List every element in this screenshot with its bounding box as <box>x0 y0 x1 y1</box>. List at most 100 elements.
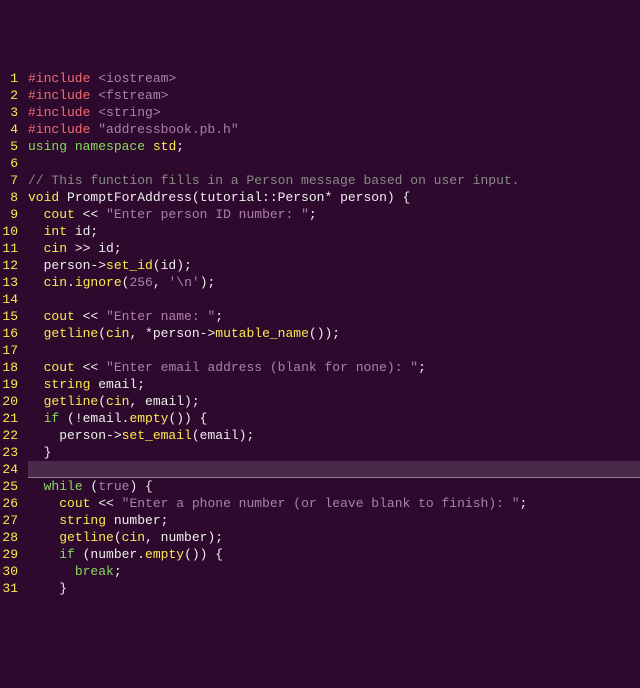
token-txt: ( <box>83 479 99 494</box>
token-type: std <box>153 139 176 154</box>
code-line[interactable]: person->set_id(id); <box>28 257 640 274</box>
token-txt <box>28 394 44 409</box>
line-number: 2 <box>0 87 18 104</box>
token-txt: ( <box>114 530 122 545</box>
code-line[interactable]: #include <iostream> <box>28 70 640 87</box>
token-txt: ; <box>215 309 223 324</box>
code-line[interactable]: cout << "Enter name: "; <box>28 308 640 325</box>
token-str: "Enter person ID number: " <box>106 207 309 222</box>
code-line[interactable]: while (true) { <box>28 478 640 495</box>
code-line[interactable]: string email; <box>28 376 640 393</box>
line-number: 11 <box>0 240 18 257</box>
line-number: 24 <box>0 461 18 478</box>
line-number: 10 <box>0 223 18 240</box>
code-line[interactable]: using namespace std; <box>28 138 640 155</box>
token-type: cin <box>122 530 145 545</box>
token-txt <box>67 139 75 154</box>
line-number: 12 <box>0 257 18 274</box>
code-line[interactable]: #include <fstream> <box>28 87 640 104</box>
token-type: set_email <box>122 428 192 443</box>
token-str: "Enter name: " <box>106 309 215 324</box>
token-txt <box>28 360 44 375</box>
token-txt: ; <box>418 360 426 375</box>
token-str: "Enter a phone number (or leave blank to… <box>122 496 520 511</box>
line-number: 28 <box>0 529 18 546</box>
token-txt: number; <box>106 513 168 528</box>
line-number: 30 <box>0 563 18 580</box>
line-number: 17 <box>0 342 18 359</box>
code-area[interactable]: #include <iostream>#include <fstream>#in… <box>24 68 640 603</box>
line-number: 1 <box>0 70 18 87</box>
code-line[interactable]: getline(cin, *person->mutable_name()); <box>28 325 640 342</box>
line-number: 13 <box>0 274 18 291</box>
code-line[interactable]: cout << "Enter person ID number: "; <box>28 206 640 223</box>
code-line[interactable]: cin >> id; <box>28 240 640 257</box>
line-number: 3 <box>0 104 18 121</box>
token-txt <box>28 547 59 562</box>
line-number: 9 <box>0 206 18 223</box>
line-number: 27 <box>0 512 18 529</box>
line-number: 16 <box>0 325 18 342</box>
token-txt <box>145 139 153 154</box>
line-number: 14 <box>0 291 18 308</box>
token-type: getline <box>59 530 114 545</box>
token-txt: email; <box>90 377 145 392</box>
token-type: mutable_name <box>215 326 309 341</box>
code-line[interactable]: if (number.empty()) { <box>28 546 640 563</box>
token-txt: (number. <box>75 547 145 562</box>
line-number: 20 <box>0 393 18 410</box>
token-type: string <box>59 513 106 528</box>
token-type: cout <box>44 360 75 375</box>
token-pp: #include <box>28 88 98 103</box>
token-type: cin <box>106 326 129 341</box>
line-number: 31 <box>0 580 18 597</box>
code-line[interactable]: break; <box>28 563 640 580</box>
code-line[interactable]: } <box>28 580 640 597</box>
token-type: empty <box>145 547 184 562</box>
code-line[interactable] <box>28 291 640 308</box>
token-type: cout <box>44 309 75 324</box>
token-txt <box>28 326 44 341</box>
token-txt: ( <box>98 394 106 409</box>
code-line[interactable]: #include "addressbook.pb.h" <box>28 121 640 138</box>
code-line[interactable] <box>28 342 640 359</box>
token-kw: if <box>59 547 75 562</box>
token-str: <fstream> <box>98 88 168 103</box>
code-line[interactable]: cout << "Enter email address (blank for … <box>28 359 640 376</box>
token-txt <box>28 411 44 426</box>
token-kw: while <box>44 479 83 494</box>
token-txt: id; <box>67 224 98 239</box>
code-line[interactable] <box>28 155 640 172</box>
token-num: 256 <box>129 275 152 290</box>
code-line[interactable]: cin.ignore(256, '\n'); <box>28 274 640 291</box>
token-txt: (email); <box>192 428 254 443</box>
code-line[interactable]: string number; <box>28 512 640 529</box>
token-txt: (!email. <box>59 411 129 426</box>
token-txt <box>28 275 44 290</box>
code-line[interactable]: // This function fills in a Person messa… <box>28 172 640 189</box>
token-str: '\n' <box>168 275 199 290</box>
code-line[interactable]: getline(cin, number); <box>28 529 640 546</box>
token-txt <box>28 241 44 256</box>
line-number: 4 <box>0 121 18 138</box>
token-txt: , number); <box>145 530 223 545</box>
line-number: 7 <box>0 172 18 189</box>
token-type: getline <box>44 394 99 409</box>
token-txt <box>28 564 75 579</box>
code-line[interactable]: void PromptForAddress(tutorial::Person* … <box>28 189 640 206</box>
token-type: cout <box>44 207 75 222</box>
token-txt: ; <box>114 564 122 579</box>
code-line[interactable] <box>28 461 640 478</box>
token-txt: ; <box>520 496 528 511</box>
code-line[interactable]: person->set_email(email); <box>28 427 640 444</box>
code-line[interactable]: int id; <box>28 223 640 240</box>
code-line[interactable]: if (!email.empty()) { <box>28 410 640 427</box>
code-editor[interactable]: 1234567891011121314151617181920212223242… <box>0 68 640 603</box>
code-line[interactable]: #include <string> <box>28 104 640 121</box>
line-number: 6 <box>0 155 18 172</box>
code-line[interactable]: } <box>28 444 640 461</box>
token-txt: ()) { <box>184 547 223 562</box>
code-line[interactable]: getline(cin, email); <box>28 393 640 410</box>
token-type: cout <box>59 496 90 511</box>
code-line[interactable]: cout << "Enter a phone number (or leave … <box>28 495 640 512</box>
